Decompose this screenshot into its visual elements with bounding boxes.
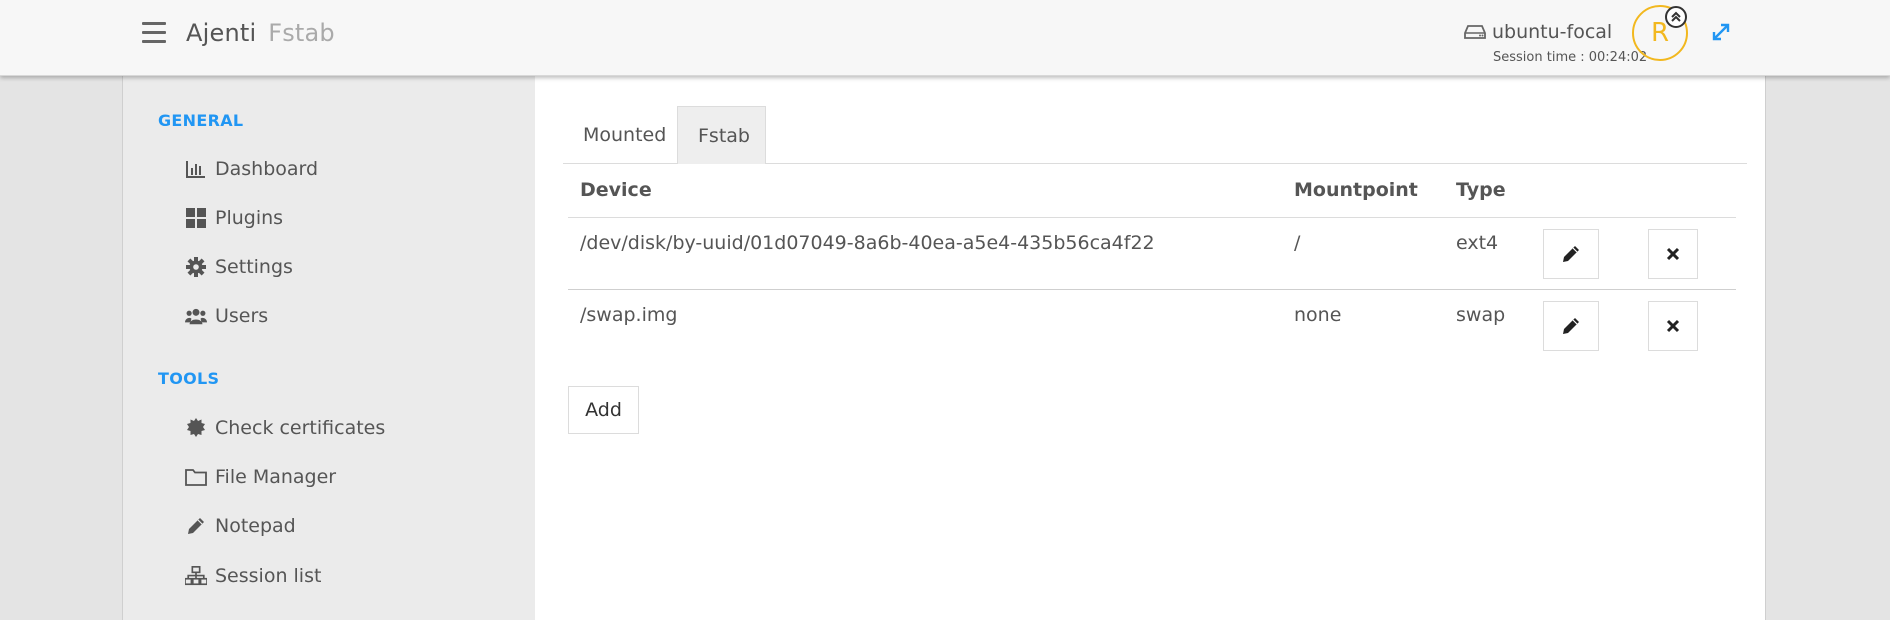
close-icon — [1666, 247, 1680, 260]
sidebar-item-dashboard[interactable]: Dashboard — [185, 154, 318, 184]
bar-chart-icon — [185, 158, 207, 180]
main-content: Mounted Fstab Device Mountpoint Type /de… — [535, 76, 1766, 620]
delete-button[interactable] — [1648, 300, 1698, 351]
sidebar-item-plugins[interactable]: Plugins — [185, 203, 283, 233]
section-title-general: GENERAL — [158, 111, 244, 130]
section-title-tools: TOOLS — [158, 369, 220, 388]
device-cell: /swap.img — [580, 303, 678, 326]
sidebar-item-settings[interactable]: Settings — [185, 252, 293, 282]
sidebar-item-label: Check certificates — [215, 417, 386, 439]
hamburger-icon[interactable] — [142, 22, 166, 46]
top-bar: Ajenti Fstab ubuntu-focal Session time :… — [0, 0, 1890, 76]
sidebar-item-label: Dashboard — [215, 158, 319, 180]
tab-fstab[interactable]: Fstab — [677, 106, 766, 164]
app-title: Ajenti Fstab — [186, 19, 335, 47]
delete-button[interactable] — [1648, 228, 1698, 279]
pencil-icon — [1563, 317, 1579, 334]
sidebar-item-label: Settings — [215, 256, 293, 278]
type-cell: ext4 — [1444, 217, 1531, 290]
sidebar-item-label: Plugins — [215, 207, 284, 229]
sidebar-item-label: File Manager — [215, 466, 337, 488]
hostname: ubuntu-focal — [1492, 21, 1613, 43]
pencil-icon — [1563, 245, 1579, 262]
sitemap-icon — [185, 565, 207, 587]
tab-bar: Mounted Fstab — [563, 106, 1747, 164]
users-icon — [185, 305, 207, 327]
sidebar: GENERAL Dashboard Plugins Settings Users… — [122, 76, 535, 620]
sidebar-item-session-list[interactable]: Session list — [185, 561, 321, 591]
hostname-display: ubuntu-focal — [1464, 21, 1612, 43]
column-header-edit — [1531, 164, 1636, 218]
pencil-icon — [185, 515, 207, 537]
tab-mounted[interactable]: Mounted — [563, 106, 675, 164]
sidebar-item-notepad[interactable]: Notepad — [185, 511, 296, 541]
plugin-name: Fstab — [268, 19, 335, 47]
column-header-delete — [1636, 164, 1736, 218]
mountpoint-cell: / — [1282, 217, 1444, 290]
edit-cell — [1531, 217, 1636, 290]
chevron-up-icon[interactable] — [1665, 6, 1687, 28]
edit-cell — [1531, 289, 1636, 361]
table-row: /swap.img none swap — [568, 289, 1736, 361]
hard-drive-icon — [1464, 25, 1486, 39]
column-header-device: Device — [568, 164, 1282, 218]
sidebar-item-label: Users — [215, 305, 269, 327]
table-header-row: Device Mountpoint Type — [568, 164, 1736, 218]
expand-icon[interactable] — [1710, 21, 1732, 43]
delete-cell — [1636, 217, 1736, 290]
session-time: Session time : 00:24:02 — [1493, 50, 1648, 65]
edit-button[interactable] — [1543, 300, 1599, 351]
device-cell: /dev/disk/by-uuid/01d07049-8a6b-40ea-a5e… — [568, 217, 1282, 290]
gear-icon — [185, 256, 207, 278]
edit-button[interactable] — [1543, 228, 1599, 279]
sidebar-item-label: Notepad — [215, 515, 296, 537]
mountpoint-cell: none — [1294, 303, 1342, 326]
column-header-type: Type — [1444, 164, 1531, 218]
sidebar-item-file-manager[interactable]: File Manager — [185, 462, 336, 492]
type-cell: swap — [1456, 303, 1506, 326]
fstab-table: Device Mountpoint Type /dev/disk/by-uuid… — [568, 164, 1736, 361]
grid-icon — [185, 207, 207, 229]
add-button[interactable]: Add — [568, 386, 639, 434]
sidebar-item-check-certificates[interactable]: Check certificates — [185, 413, 385, 443]
delete-cell — [1636, 289, 1736, 361]
column-header-mountpoint: Mountpoint — [1282, 164, 1444, 218]
table-row: /dev/disk/by-uuid/01d07049-8a6b-40ea-a5e… — [568, 217, 1736, 290]
sidebar-item-label: Session list — [215, 565, 322, 587]
close-icon — [1666, 319, 1680, 332]
sidebar-item-users[interactable]: Users — [185, 301, 268, 331]
certificate-icon — [185, 417, 207, 439]
app-name: Ajenti — [186, 19, 257, 47]
folder-icon — [185, 466, 207, 488]
